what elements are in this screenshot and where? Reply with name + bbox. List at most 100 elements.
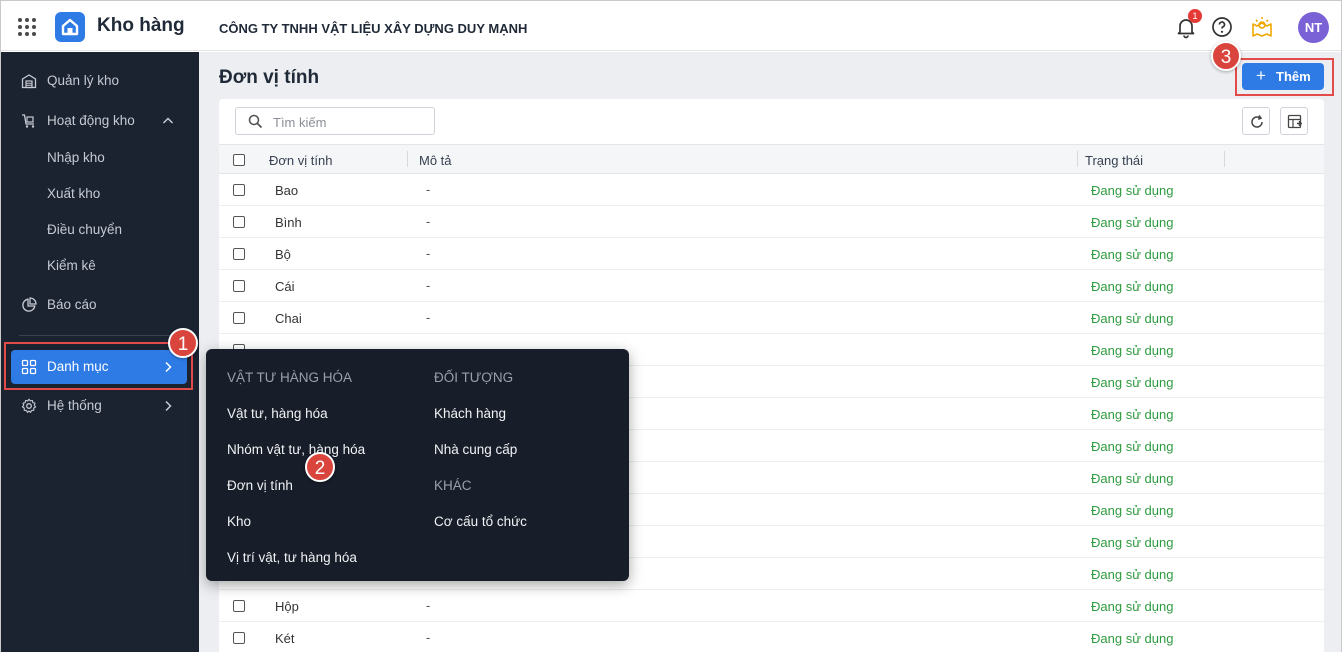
row-unit-name: Két [275,631,295,646]
menu-group-header: ĐỐI TƯỢNG [434,370,514,385]
row-unit-name: Chai [275,311,302,326]
sidebar-item-label: Báo cáo [47,297,97,312]
sidebar-sub-dieu-chuyen[interactable]: Điều chuyển [47,222,122,237]
app-title: Kho hàng [97,15,185,36]
column-separator [1224,151,1225,167]
sidebar-item-label: Hệ thống [47,398,102,413]
row-description: - [426,598,431,613]
step-marker-3: 3 [1211,41,1241,71]
row-description: - [426,310,431,325]
row-status: Đang sử dụng [1091,535,1174,550]
sidebar-item-hoat-dong-kho[interactable]: Hoạt động kho [1,106,199,136]
refresh-icon [1251,115,1263,128]
menu-item-nhom-vat-tu[interactable]: Nhóm vật tư, hàng hóa [227,442,365,457]
select-all-checkbox[interactable] [233,154,245,166]
table-row[interactable]: Chai - Đang sử dụng [219,302,1324,334]
row-status: Đang sử dụng [1091,311,1174,326]
sidebar-item-label: Hoạt động kho [47,113,135,128]
row-status: Đang sử dụng [1091,183,1174,198]
row-unit-name: Bình [275,215,302,230]
column-separator [1077,151,1078,167]
row-description: - [426,182,431,197]
notification-badge: 1 [1188,9,1202,23]
sidebar-item-quan-ly-kho[interactable]: Quản lý kho [1,66,199,96]
table-row[interactable]: Két - Đang sử dụng [219,622,1324,652]
row-checkbox[interactable] [233,248,245,260]
row-status: Đang sử dụng [1091,567,1174,582]
menu-item-kho[interactable]: Kho [227,514,251,529]
column-header[interactable]: Mô tả [419,153,452,168]
menu-item-don-vi-tinh[interactable]: Đơn vị tính [227,478,293,493]
chevron-right-icon [165,400,172,412]
pie-chart-icon [22,297,37,312]
menu-item-nha-cung-cap[interactable]: Nhà cung cấp [434,442,517,457]
row-unit-name: Bộ [275,247,291,262]
company-name: CÔNG TY TNHH VẬT LIỆU XÂY DỰNG DUY MẠNH [219,21,528,36]
help-icon[interactable] [1210,15,1234,39]
table-row[interactable]: Bao - Đang sử dụng [219,174,1324,206]
row-status: Đang sử dụng [1091,247,1174,262]
menu-group-header: KHÁC [434,478,472,493]
menu-item-vat-tu-hang-hoa[interactable]: Vật tư, hàng hóa [227,406,328,421]
top-bar: Kho hàng CÔNG TY TNHH VẬT LIỆU XÂY DỰNG … [1,1,1341,51]
row-unit-name: Bao [275,183,299,198]
menu-item-khach-hang[interactable]: Khách hàng [434,406,506,421]
row-status: Đang sử dụng [1091,439,1174,454]
table-row[interactable]: Bình - Đang sử dụng [219,206,1324,238]
row-checkbox[interactable] [233,632,245,644]
table-settings-icon [1287,114,1302,129]
column-settings-button[interactable] [1280,107,1308,135]
page-title: Đơn vị tính [219,67,320,88]
row-status: Đang sử dụng [1091,375,1174,390]
sidebar-item-he-thong[interactable]: Hệ thống [1,391,199,421]
menu-item-vi-tri[interactable]: Vị trí vật, tư hàng hóa [227,550,357,565]
row-status: Đang sử dụng [1091,503,1174,518]
row-status: Đang sử dụng [1091,471,1174,486]
sidebar-item-bao-cao[interactable]: Báo cáo [1,290,199,320]
row-checkbox[interactable] [233,600,245,612]
search-icon [248,114,263,129]
step-marker-2: 2 [305,452,335,482]
row-checkbox[interactable] [233,280,245,292]
row-status: Đang sử dụng [1091,215,1174,230]
row-checkbox[interactable] [233,216,245,228]
table-row[interactable]: Bộ - Đang sử dụng [219,238,1324,270]
column-separator [407,151,408,167]
row-description: - [426,278,431,293]
user-avatar[interactable]: NT [1298,12,1329,43]
danh-muc-menu: VẬT TƯ HÀNG HÓA Vật tư, hàng hóa Nhóm vậ… [206,349,629,581]
app-grid-icon[interactable] [18,18,36,36]
warehouse-icon [21,74,37,89]
row-description: - [426,214,431,229]
sidebar-sub-xuat-kho[interactable]: Xuất kho [47,186,100,201]
row-unit-name: Cái [275,279,295,294]
row-checkbox[interactable] [233,184,245,196]
menu-group-header: VẬT TƯ HÀNG HÓA [227,370,353,385]
column-header[interactable]: Trạng thái [1085,153,1143,168]
row-status: Đang sử dụng [1091,599,1174,614]
row-status: Đang sử dụng [1091,279,1174,294]
gear-icon [21,398,37,413]
row-status: Đang sử dụng [1091,407,1174,422]
step-marker-1: 1 [168,328,198,358]
table-row[interactable]: Cái - Đang sử dụng [219,270,1324,302]
row-status: Đang sử dụng [1091,631,1174,646]
location-idea-icon[interactable] [1250,15,1274,39]
sidebar-sub-nhap-kho[interactable]: Nhập kho [47,150,105,165]
table-header: Đơn vị tính Mô tả Trạng thái [219,144,1324,174]
column-header[interactable]: Đơn vị tính [269,153,332,168]
row-checkbox[interactable] [233,312,245,324]
search-input[interactable]: Tìm kiếm [235,107,435,135]
refresh-button[interactable] [1242,107,1270,135]
table-row[interactable]: Hộp - Đang sử dụng [219,590,1324,622]
row-status: Đang sử dụng [1091,343,1174,358]
chevron-up-icon [162,117,174,124]
search-placeholder: Tìm kiếm [273,115,327,130]
sidebar-divider [19,335,183,336]
menu-item-co-cau-to-chuc[interactable]: Cơ cấu tổ chức [434,514,527,529]
highlight-box-them [1235,58,1334,96]
sidebar-sub-kiem-ke[interactable]: Kiểm kê [47,258,96,273]
sidebar-item-label: Quản lý kho [47,73,120,88]
row-unit-name: Hộp [275,599,299,614]
cart-icon [22,114,35,128]
